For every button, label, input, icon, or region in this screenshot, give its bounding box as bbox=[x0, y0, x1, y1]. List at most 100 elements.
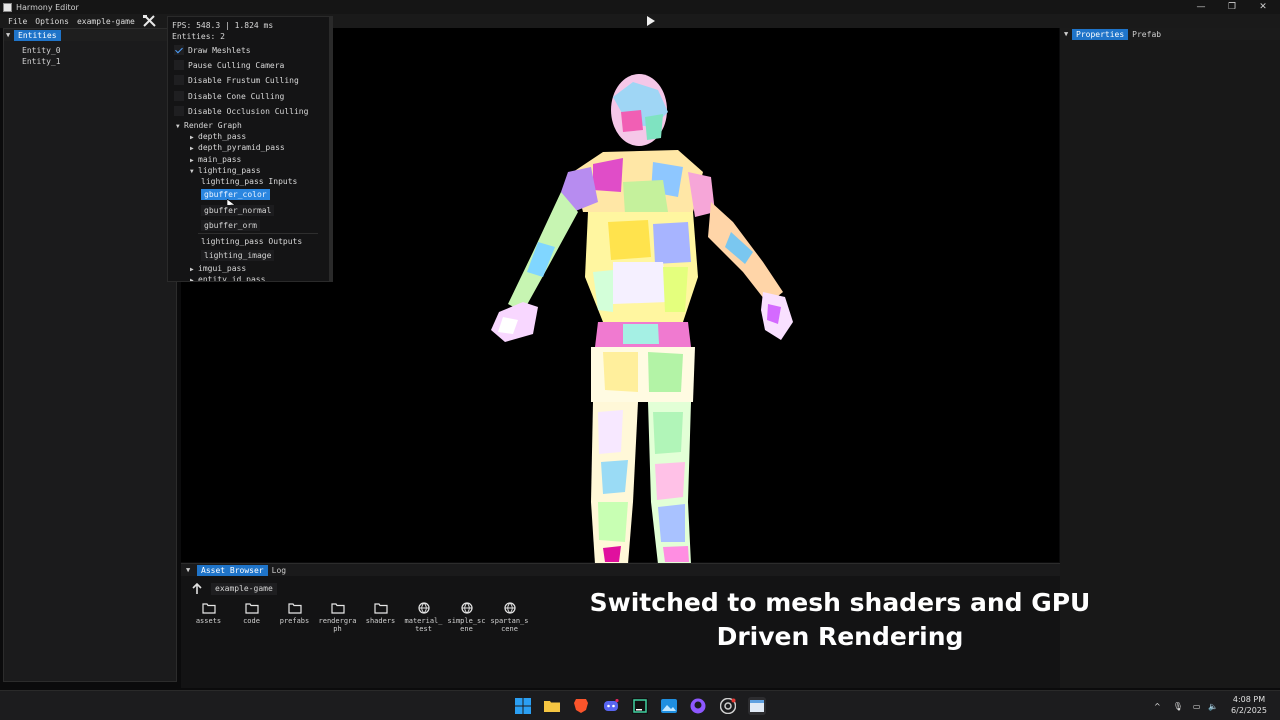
debug-scrollbar[interactable] bbox=[329, 17, 332, 281]
entity-row[interactable]: Entity_1 bbox=[4, 56, 176, 67]
menu-options[interactable]: Options bbox=[31, 17, 73, 26]
tree-depth-pass[interactable]: ▶ depth_pass bbox=[190, 132, 246, 141]
resource-gbuffer-orm[interactable]: gbuffer_orm bbox=[201, 220, 260, 231]
editor-window: Harmony Editor — ❐ ✕ File Options exampl… bbox=[0, 0, 1280, 720]
collapse-icon[interactable]: ▼ bbox=[1064, 30, 1072, 38]
play-icon[interactable] bbox=[646, 16, 655, 26]
globe-icon bbox=[417, 602, 430, 614]
asset-item[interactable]: prefabs bbox=[273, 602, 316, 633]
github-icon[interactable] bbox=[689, 697, 707, 715]
tree-imgui-pass[interactable]: ▶ imgui_pass bbox=[190, 264, 246, 273]
asset-item[interactable]: material_test bbox=[402, 602, 445, 633]
expanded-arrow-icon: ▼ bbox=[190, 168, 194, 175]
checkbox-occlusion-culling[interactable] bbox=[174, 106, 184, 116]
path-row: example-game bbox=[191, 583, 277, 595]
caption-line-1: Switched to mesh shaders and GPU bbox=[589, 588, 1091, 617]
harmony-editor-taskbar-icon[interactable] bbox=[748, 697, 766, 715]
system-tray: ^ 🎙 ▭ 🔈 bbox=[1154, 691, 1218, 720]
collapsed-arrow-icon: ▶ bbox=[190, 134, 194, 141]
chevron-up-icon[interactable]: ^ bbox=[1154, 702, 1161, 711]
scene-viewport[interactable] bbox=[333, 28, 1059, 564]
checkbox-draw-meshlets[interactable] bbox=[174, 45, 184, 55]
window-title: Harmony Editor bbox=[16, 2, 79, 12]
collapsed-arrow-icon: ▶ bbox=[190, 266, 194, 273]
meshlet-character-render bbox=[491, 74, 793, 564]
photos-icon[interactable] bbox=[660, 697, 678, 715]
folder-icon bbox=[287, 603, 302, 614]
clock-date: 6/2/2025 bbox=[1231, 706, 1267, 715]
volume-icon[interactable]: 🔈 bbox=[1208, 702, 1218, 711]
expanded-arrow-icon: ▼ bbox=[176, 123, 180, 130]
maximize-button[interactable]: ❐ bbox=[1217, 0, 1247, 14]
tree-main-pass[interactable]: ▶ main_pass bbox=[190, 155, 241, 164]
asset-item[interactable]: assets bbox=[187, 602, 230, 633]
bottom-tabbar: ▼ Asset Browser Log bbox=[181, 564, 1060, 576]
current-path[interactable]: example-game bbox=[211, 583, 277, 595]
folder-icon bbox=[201, 603, 216, 614]
asset-item[interactable]: shaders bbox=[359, 602, 402, 633]
os-taskbar: ^ 🎙 ▭ 🔈 4:08 PM 6/2/2025 bbox=[0, 690, 1280, 720]
option-label: Disable Occlusion Culling bbox=[188, 107, 309, 116]
asset-item[interactable]: rendergraph bbox=[316, 602, 359, 633]
clock-time: 4:08 PM bbox=[1232, 695, 1266, 704]
file-explorer-icon[interactable] bbox=[543, 697, 561, 715]
ide-icon[interactable] bbox=[631, 697, 649, 715]
collapse-icon[interactable]: ▼ bbox=[186, 566, 194, 574]
option-label: Draw Meshlets bbox=[188, 46, 251, 55]
menu-file[interactable]: File bbox=[4, 17, 31, 26]
folder-icon bbox=[330, 603, 345, 614]
tab-asset-browser[interactable]: Asset Browser bbox=[197, 564, 268, 576]
entities-tabbar: ▼ Entities bbox=[4, 29, 176, 41]
outputs-label: lighting_pass Outputs bbox=[201, 237, 303, 246]
separator bbox=[198, 233, 318, 234]
viewport-strip bbox=[181, 282, 333, 562]
globe-icon bbox=[503, 602, 516, 614]
asset-grid: assets code prefabs rendergraph shaders … bbox=[187, 602, 531, 633]
taskbar-clock[interactable]: 4:08 PM 6/2/2025 bbox=[1226, 694, 1272, 716]
collapsed-arrow-icon: ▶ bbox=[190, 157, 194, 164]
tab-log[interactable]: Log bbox=[268, 565, 290, 576]
app-icon bbox=[3, 2, 12, 12]
resource-gbuffer-normal[interactable]: gbuffer_normal bbox=[201, 205, 275, 216]
entities-panel: ▼ Entities Entity_0 Entity_1 bbox=[3, 28, 177, 682]
tab-prefab[interactable]: Prefab bbox=[1128, 29, 1165, 40]
entity-row[interactable]: Entity_0 bbox=[4, 45, 176, 56]
option-label: Disable Frustum Culling bbox=[188, 76, 299, 85]
resource-gbuffer-color[interactable]: gbuffer_color bbox=[201, 189, 270, 200]
inputs-label: lighting_pass Inputs bbox=[201, 177, 298, 186]
tree-lighting-pass[interactable]: ▼ lighting_pass bbox=[190, 166, 261, 175]
properties-tabbar: ▼ Properties Prefab bbox=[1060, 28, 1280, 40]
collapsed-arrow-icon: ▶ bbox=[190, 277, 194, 282]
resource-lighting-image[interactable]: lighting_image bbox=[201, 250, 275, 261]
menu-project[interactable]: example-game bbox=[73, 17, 139, 26]
tree-depth-pyramid-pass[interactable]: ▶ depth_pyramid_pass bbox=[190, 143, 285, 152]
tools-icon[interactable] bbox=[143, 15, 156, 27]
collapsed-arrow-icon: ▶ bbox=[190, 145, 194, 152]
video-caption: Switched to mesh shaders and GPU Driven … bbox=[560, 586, 1120, 654]
option-label: Disable Cone Culling bbox=[188, 92, 285, 101]
asset-item[interactable]: spartan_scene bbox=[488, 602, 531, 633]
folder-icon bbox=[373, 603, 388, 614]
collapse-icon[interactable]: ▼ bbox=[6, 31, 14, 39]
checkbox-cone-culling[interactable] bbox=[174, 91, 184, 101]
up-arrow-icon[interactable] bbox=[191, 583, 203, 595]
asset-item[interactable]: code bbox=[230, 602, 273, 633]
brave-browser-icon[interactable] bbox=[572, 697, 590, 715]
asset-item[interactable]: simple_scene bbox=[445, 602, 488, 633]
minimize-button[interactable]: — bbox=[1186, 0, 1216, 14]
tree-render-graph[interactable]: ▼ Render Graph bbox=[176, 121, 242, 130]
close-button[interactable]: ✕ bbox=[1248, 0, 1278, 14]
tab-entities[interactable]: Entities bbox=[14, 29, 61, 41]
tree-entity-id-pass[interactable]: ▶ entity_id_pass bbox=[190, 275, 265, 282]
start-icon[interactable] bbox=[514, 697, 532, 715]
caption-line-2: Driven Rendering bbox=[716, 622, 964, 651]
checkbox-frustum-culling[interactable] bbox=[174, 75, 184, 85]
option-label: Pause Culling Camera bbox=[188, 61, 285, 70]
tab-properties[interactable]: Properties bbox=[1072, 28, 1129, 40]
checkbox-pause-culling[interactable] bbox=[174, 60, 184, 70]
network-icon[interactable]: ▭ bbox=[1193, 702, 1201, 711]
chrome-icon[interactable] bbox=[719, 697, 737, 715]
fps-readout: FPS: 548.3 | 1.824 ms bbox=[172, 21, 274, 30]
discord-icon[interactable] bbox=[602, 697, 620, 715]
microphone-icon[interactable]: 🎙 bbox=[1173, 702, 1183, 711]
